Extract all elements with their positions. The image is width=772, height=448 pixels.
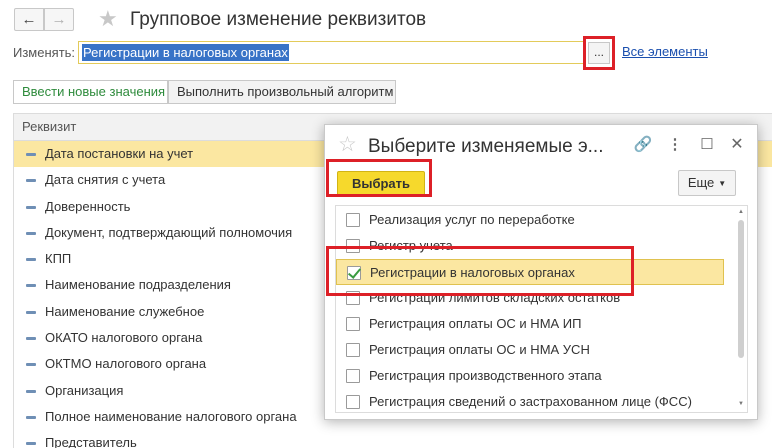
checkbox[interactable] — [346, 291, 360, 305]
more-vert-icon[interactable]: ⋮ — [665, 135, 685, 155]
list-item[interactable]: Регистрация оплаты ОС и НМА ИП — [336, 311, 724, 337]
all-elements-link[interactable]: Все элементы — [622, 44, 708, 59]
attribute-icon — [26, 284, 36, 288]
favorite-star-icon[interactable]: ★ — [98, 6, 118, 32]
more-button-label: Еще — [687, 175, 715, 190]
scroll-up-icon[interactable]: ▲ — [737, 208, 745, 216]
scroll-down-icon[interactable]: ▼ — [737, 400, 745, 408]
checkbox[interactable] — [347, 266, 361, 280]
forward-button[interactable]: → — [44, 8, 74, 31]
attribute-icon — [26, 231, 36, 235]
elements-list: Реализация услуг по переработке Регистр … — [335, 205, 748, 413]
choose-button[interactable]: Выбрать — [337, 171, 425, 197]
edit-label: Изменять: — [13, 45, 76, 60]
arrow-right-icon: → — [51, 11, 67, 28]
attribute-icon — [26, 310, 36, 314]
attribute-icon — [26, 179, 36, 183]
maximize-icon[interactable]: ☐ — [697, 135, 717, 155]
checkbox[interactable] — [346, 343, 360, 357]
attribute-icon — [26, 363, 36, 367]
list-item[interactable]: Регистрации в налоговых органах — [336, 259, 724, 285]
link-icon[interactable]: 🔗 — [633, 135, 653, 155]
list-item[interactable]: Регистр учета — [336, 233, 724, 259]
select-elements-dialog: ☆ Выберите изменяемые э... 🔗 ⋮ ☐ ✕ Выбра… — [324, 124, 758, 420]
attribute-icon — [26, 205, 36, 209]
more-button[interactable]: Еще ▼ — [678, 170, 736, 196]
star-icon[interactable]: ☆ — [338, 132, 357, 158]
attribute-icon — [26, 389, 36, 393]
close-icon[interactable]: ✕ — [727, 135, 747, 155]
checkbox[interactable] — [346, 395, 360, 409]
attribute-icon — [26, 258, 36, 262]
window-title: Групповое изменение реквизитов — [130, 9, 427, 30]
checkbox[interactable] — [346, 369, 360, 383]
list-item[interactable]: Регистрация оплаты ОС и НМА УСН — [336, 337, 724, 363]
dialog-title: Выберите изменяемые э... — [368, 136, 604, 157]
attribute-icon — [26, 442, 36, 446]
checkbox[interactable] — [346, 213, 360, 227]
list-item[interactable]: Регистрация сведений о застрахованном ли… — [336, 389, 724, 412]
table-row[interactable]: Представитель — [14, 430, 772, 448]
checkbox[interactable] — [346, 239, 360, 253]
scrollbar-thumb[interactable] — [738, 220, 744, 358]
attribute-icon — [26, 337, 36, 341]
back-button[interactable]: ← — [14, 8, 44, 31]
list-item[interactable]: Регистрации лимитов складских остатков — [336, 285, 724, 311]
edit-object-value: Регистрации в налоговых органах — [82, 44, 289, 61]
edit-object-input[interactable]: Регистрации в налоговых органах — [78, 41, 586, 64]
chevron-down-icon: ▼ — [718, 178, 727, 188]
select-object-button[interactable]: ... — [588, 42, 610, 64]
list-item[interactable]: Регистрация производственного этапа — [336, 363, 724, 389]
list-item[interactable]: Реализация услуг по переработке — [336, 207, 724, 233]
attribute-icon — [26, 153, 36, 156]
scrollbar[interactable]: ▲ ▼ — [737, 208, 745, 408]
arrow-left-icon: ← — [21, 11, 37, 28]
tab-new-values[interactable]: Ввести новые значения — [13, 80, 168, 104]
attribute-icon — [26, 415, 36, 419]
checkbox[interactable] — [346, 317, 360, 331]
tab-custom-algorithm[interactable]: Выполнить произвольный алгоритм — [168, 80, 396, 104]
